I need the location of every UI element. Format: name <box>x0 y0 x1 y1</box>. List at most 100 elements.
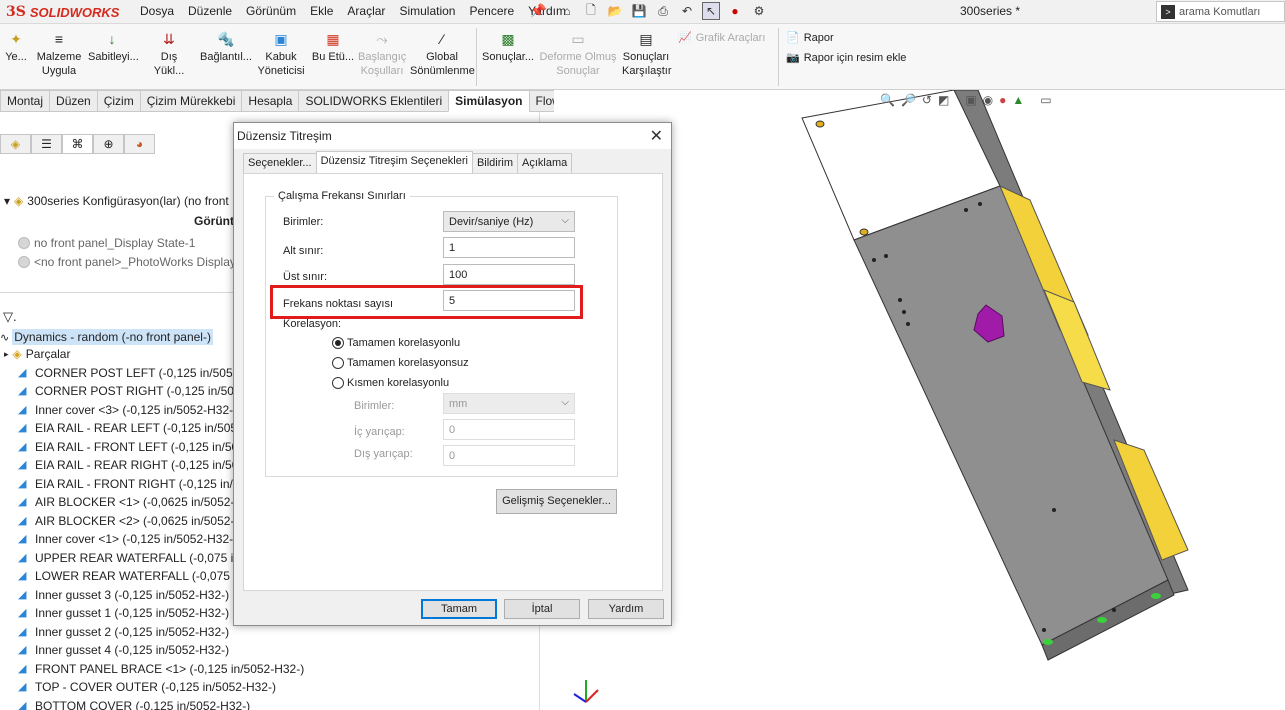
list-item[interactable]: ◢ CORNER POST LEFT (-0,125 in/5052-H3 <box>18 366 259 380</box>
list-item[interactable]: ◢ Inner cover <1> (-0,125 in/5052-H32-) <box>18 532 237 546</box>
tab-addins[interactable]: SOLIDWORKS Eklentileri <box>298 90 449 112</box>
pin-icon[interactable]: 📌 <box>530 3 546 19</box>
tab-assembly[interactable]: Montaj <box>0 90 50 112</box>
radio-partially-correlated[interactable]: Kısmen korelasyonlu <box>332 377 449 389</box>
feature-manager-icon[interactable]: ◈ <box>0 134 31 154</box>
tab-notification[interactable]: Bildirim <box>471 153 518 173</box>
solidworks-logo[interactable]: 3S SOLIDWORKS <box>6 2 119 22</box>
display-manager-icon[interactable]: ◕ <box>124 134 155 154</box>
undo-icon[interactable]: ↶ <box>678 2 696 20</box>
save-icon[interactable]: 💾 <box>630 2 648 20</box>
options-gear-icon[interactable]: ⚙ <box>750 2 768 20</box>
close-icon[interactable]: ✕ <box>650 126 663 146</box>
list-item[interactable]: ◢ CORNER POST RIGHT (-0,125 in/5052- <box>18 384 251 398</box>
display-state-item[interactable]: no front panel_Display State-1 <box>18 236 195 250</box>
tab-random-vibration-options[interactable]: Düzensiz Titreşim Seçenekleri <box>315 151 473 173</box>
list-item[interactable]: ◢ EIA RAIL - REAR RIGHT (-0,125 in/5052 <box>18 458 252 472</box>
new-study-button[interactable]: ✦ Ye... <box>4 30 28 64</box>
graph-tools-button[interactable]: 📈 Grafik Araçları <box>678 31 765 45</box>
lower-limit-input[interactable]: 1 <box>443 237 575 258</box>
list-item[interactable]: ◢ Inner gusset 2 (-0,125 in/5052-H32-) <box>18 625 229 639</box>
upper-limit-input[interactable]: 100 <box>443 264 575 285</box>
list-item[interactable]: ◢ Inner cover <3> (-0,125 in/5052-H32-) <box>18 403 237 417</box>
list-item[interactable]: ◢ FRONT PANEL BRACE <1> (-0,125 in/5052-H… <box>18 662 304 676</box>
list-item[interactable]: ◢ LOWER REAR WATERFALL (-0,075 in/5( <box>18 569 257 583</box>
tab-sketch-ink[interactable]: Çizim Mürekkebi <box>139 90 242 112</box>
list-item[interactable]: ◢ Inner gusset 4 (-0,125 in/5052-H32-) <box>18 643 229 657</box>
previous-view-icon[interactable]: ↺ <box>922 93 932 107</box>
display-state-item[interactable]: <no front panel>_PhotoWorks Display <box>18 255 236 269</box>
list-item[interactable]: ◢ EIA RAIL - FRONT RIGHT (-0,125 in/5052 <box>18 477 260 491</box>
zoom-to-area-icon[interactable]: 🔎 <box>901 93 916 107</box>
expand-arrow-icon[interactable]: ▸ <box>4 349 9 360</box>
add-image-to-report-button[interactable]: 📷 Rapor için resim ekle <box>786 51 906 65</box>
radio-uncorrelated[interactable]: Tamamen korelasyonsuz <box>332 357 469 369</box>
help-button[interactable]: Yardım <box>588 599 664 619</box>
select-pointer-icon[interactable]: ↖ <box>702 2 720 20</box>
initial-conditions-button[interactable]: ⤳ Başlangıç Koşulları <box>358 30 406 78</box>
list-item[interactable]: ◢ EIA RAIL - FRONT LEFT (-0,125 in/5052- <box>18 440 256 454</box>
advanced-options-button[interactable]: Gelişmiş Seçenekler... <box>496 489 617 514</box>
list-item[interactable]: ◢ AIR BLOCKER <1> (-0,0625 in/5052-H3 <box>18 495 250 509</box>
units-select[interactable]: Devir/saniye (Hz) ⌵ <box>443 211 575 232</box>
radio-button-selected[interactable] <box>332 337 344 349</box>
property-manager-icon[interactable]: ☰ <box>31 134 62 154</box>
list-item[interactable]: ◢ UPPER REAR WATERFALL (-0,075 in/50 <box>18 551 257 565</box>
list-item[interactable]: ◢ TOP - COVER OUTER (-0,125 in/5052-H32-) <box>18 680 276 694</box>
radio-button[interactable] <box>332 377 344 389</box>
radio-button[interactable] <box>332 357 344 369</box>
outer-radius-input[interactable]: 0 <box>443 445 575 466</box>
tab-sketch[interactable]: Çizim <box>96 90 140 112</box>
menu-tools[interactable]: Araçlar <box>347 4 385 18</box>
ok-button[interactable]: Tamam <box>421 599 497 619</box>
tab-simulation[interactable]: Simülasyon <box>448 90 529 112</box>
tab-description[interactable]: Açıklama <box>517 153 573 173</box>
display-style-icon[interactable]: ◉ <box>983 93 993 107</box>
tab-evaluate[interactable]: Hesapla <box>241 90 299 112</box>
fixtures-button[interactable]: ↓ Sabitleyi... <box>88 30 139 64</box>
study-root-item[interactable]: ∿ Dynamics - random (-no front panel-) <box>0 329 213 345</box>
print-icon[interactable]: ⎙ <box>654 2 672 20</box>
deformed-results-button[interactable]: ▭ Deforme Olmuş Sonuçlar <box>538 30 618 78</box>
list-item[interactable]: ◢ EIA RAIL - REAR LEFT (-0,125 in/5052-H <box>18 421 256 435</box>
sub-units-select[interactable]: mm ⌵ <box>443 393 575 414</box>
home-icon[interactable]: ⌂ <box>558 2 576 20</box>
traffic-light-icon[interactable]: ● <box>726 2 744 20</box>
menu-file[interactable]: Dosya <box>140 4 174 18</box>
expand-arrow-icon[interactable]: ▾ <box>4 194 10 208</box>
zoom-to-fit-icon[interactable]: 🔍 <box>880 93 895 107</box>
view-orientation-icon[interactable]: ▣ <box>965 93 976 107</box>
menu-edit[interactable]: Düzenle <box>188 4 232 18</box>
open-folder-icon[interactable]: 📂 <box>606 2 624 20</box>
list-item[interactable]: ◢ BOTTOM COVER (-0,125 in/5052-H32-) <box>18 699 250 710</box>
list-item[interactable]: ◢ Inner gusset 3 (-0,125 in/5052-H32-) <box>18 588 229 602</box>
new-document-icon[interactable]: 🗋 <box>582 2 600 20</box>
menu-simulation[interactable]: Simulation <box>399 4 455 18</box>
dimxpert-icon[interactable]: ⊕ <box>93 134 124 154</box>
command-search[interactable]: > arama Komutları <box>1156 1 1285 22</box>
parts-folder[interactable]: ▸ ◈ Parçalar <box>4 347 70 361</box>
menu-view[interactable]: Görünüm <box>246 4 296 18</box>
inner-radius-input[interactable]: 0 <box>443 419 575 440</box>
list-item[interactable]: ◢ Inner gusset 1 (-0,125 in/5052-H32-) <box>18 606 229 620</box>
filter-icon[interactable]: ▽. <box>3 309 17 325</box>
radio-fully-correlated[interactable]: Tamamen korelasyonlu <box>332 337 460 349</box>
cancel-button[interactable]: İptal <box>504 599 580 619</box>
compare-results-button[interactable]: ▤ Sonuçları Karşılaştır <box>622 30 672 78</box>
run-study-button[interactable]: ▦ Bu Etü... <box>310 30 356 64</box>
appearance-icon[interactable]: ● <box>999 93 1006 107</box>
results-button[interactable]: ▩ Sonuçlar... <box>482 30 534 64</box>
connections-button[interactable]: 🔩 Bağlantıl... <box>200 30 252 64</box>
report-button[interactable]: 📄 Rapor <box>786 31 834 45</box>
tab-options[interactable]: Seçenekler... <box>243 153 317 173</box>
tab-layout[interactable]: Düzen <box>49 90 97 112</box>
configuration-manager-icon[interactable]: ⌘ <box>62 134 93 154</box>
section-view-icon[interactable]: ◩ <box>938 93 949 107</box>
external-loads-button[interactable]: ⇊ Dış Yükl... <box>146 30 192 78</box>
configuration-header[interactable]: ▾ ◈ 300series Konfigürasyon(lar) (no fro… <box>4 194 229 208</box>
menu-insert[interactable]: Ekle <box>310 4 333 18</box>
scene-icon[interactable]: ▲ <box>1012 93 1024 107</box>
monitor-icon[interactable]: ▭ <box>1040 93 1051 107</box>
global-damping-button[interactable]: ∕ Global Sönümlenme <box>410 30 475 78</box>
list-item[interactable]: ◢ AIR BLOCKER <2> (-0,0625 in/5052-H3 <box>18 514 250 528</box>
